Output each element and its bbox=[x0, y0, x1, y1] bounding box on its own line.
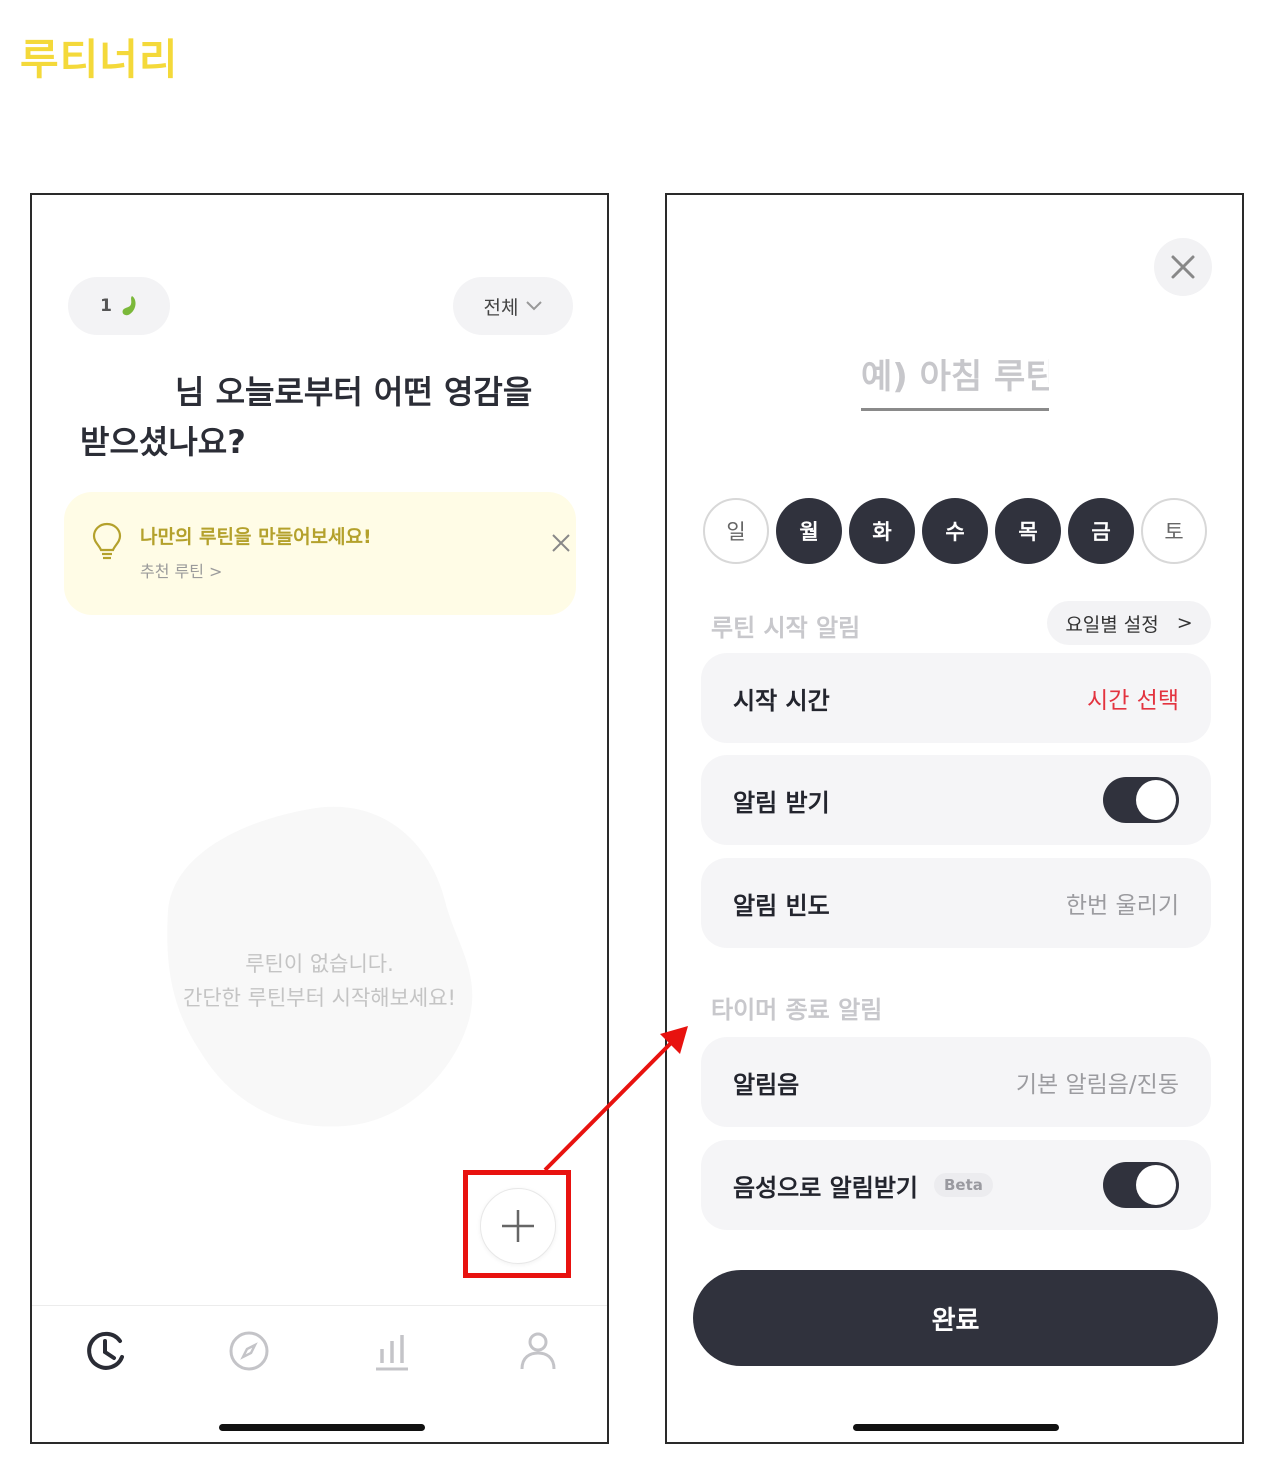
toggle-knob bbox=[1136, 780, 1176, 820]
empty-line-2: 간단한 루틴부터 시작해보세요! bbox=[183, 986, 456, 1010]
chevron-right-icon: > bbox=[1176, 612, 1193, 634]
day-selector: 일 월 화 수 목 금 토 bbox=[703, 498, 1207, 564]
alarm-sound-row[interactable]: 알림음 기본 알림음/진동 bbox=[701, 1037, 1211, 1127]
voice-alarm-label: 음성으로 알림받기 bbox=[733, 1173, 918, 1202]
toggle-knob bbox=[1136, 1165, 1176, 1205]
lightbulb-icon bbox=[92, 522, 122, 560]
day-wed[interactable]: 수 bbox=[922, 498, 988, 564]
day-mon[interactable]: 월 bbox=[776, 498, 842, 564]
start-time-label: 시작 시간 bbox=[733, 686, 830, 715]
day-sun[interactable]: 일 bbox=[703, 498, 769, 564]
alarm-sound-label: 알림음 bbox=[733, 1070, 800, 1099]
beta-badge: Beta bbox=[934, 1173, 993, 1197]
voice-alarm-label-group: 음성으로 알림받기 Beta bbox=[733, 1168, 993, 1203]
receive-alarm-label: 알림 받기 bbox=[733, 788, 830, 817]
alarm-sound-value: 기본 알림음/진동 bbox=[1015, 1072, 1179, 1098]
close-button[interactable] bbox=[1154, 238, 1212, 296]
filter-dropdown[interactable]: 전체 bbox=[453, 277, 573, 335]
day-thu[interactable]: 목 bbox=[995, 498, 1061, 564]
close-icon bbox=[1171, 255, 1195, 279]
weekday-setting-label: 요일별 설정 bbox=[1065, 613, 1159, 636]
filter-label: 전체 bbox=[483, 296, 519, 319]
greeting-line-2: 받으셨나요? bbox=[80, 423, 246, 461]
home-indicator bbox=[853, 1424, 1059, 1431]
alarm-frequency-row[interactable]: 알림 빈도 한번 울리기 bbox=[701, 858, 1211, 948]
highlight-box bbox=[463, 1170, 571, 1278]
alarm-frequency-value: 한번 울리기 bbox=[1065, 893, 1179, 919]
recommended-routine-link[interactable]: 추천 루틴 > bbox=[140, 558, 222, 582]
voice-alarm-row: 음성으로 알림받기 Beta bbox=[701, 1140, 1211, 1230]
start-time-row[interactable]: 시작 시간 시간 선택 bbox=[701, 653, 1211, 743]
start-time-value[interactable]: 시간 선택 bbox=[1087, 681, 1179, 715]
empty-state-text: 루틴이 없습니다. 간단한 루틴부터 시작해보세요! bbox=[142, 947, 497, 1015]
receive-alarm-toggle[interactable] bbox=[1103, 777, 1179, 823]
day-fri[interactable]: 금 bbox=[1068, 498, 1134, 564]
seed-count: 1 bbox=[100, 296, 112, 316]
timer-end-section-title: 타이머 종료 알림 bbox=[711, 996, 883, 1024]
close-icon[interactable] bbox=[550, 532, 572, 554]
greeting-line-1: 님 오늘로부터 어떤 영감을 bbox=[175, 373, 533, 411]
home-indicator bbox=[219, 1424, 425, 1431]
start-alarm-section-title: 루틴 시작 알림 bbox=[711, 614, 861, 642]
routine-name-input[interactable] bbox=[861, 345, 1049, 411]
day-tue[interactable]: 화 bbox=[849, 498, 915, 564]
app-logo: 루티너리 bbox=[20, 35, 179, 84]
tip-title: 나만의 루틴을 만들어보세요! bbox=[140, 526, 372, 548]
clock-icon[interactable] bbox=[84, 1329, 128, 1373]
greeting-heading: 님 오늘로부터 어떤 영감을 받으셨나요? bbox=[80, 367, 570, 467]
bar-chart-icon[interactable] bbox=[370, 1329, 414, 1373]
done-button[interactable]: 완료 bbox=[693, 1270, 1218, 1366]
alarm-frequency-label: 알림 빈도 bbox=[733, 891, 830, 920]
chevron-down-icon bbox=[526, 301, 543, 311]
voice-alarm-toggle[interactable] bbox=[1103, 1162, 1179, 1208]
day-sat[interactable]: 토 bbox=[1141, 498, 1207, 564]
tab-bar-divider bbox=[32, 1305, 607, 1306]
receive-alarm-row: 알림 받기 bbox=[701, 755, 1211, 845]
create-routine-screen: 일 월 화 수 목 금 토 루틴 시작 알림 요일별 설정 > 시작 시간 시간… bbox=[665, 193, 1244, 1444]
weekday-setting-button[interactable]: 요일별 설정 > bbox=[1047, 601, 1211, 645]
compass-icon[interactable] bbox=[227, 1329, 271, 1373]
seed-count-pill[interactable]: 1 bbox=[68, 277, 170, 335]
seed-icon bbox=[122, 296, 136, 316]
tip-card[interactable]: 나만의 루틴을 만들어보세요! 추천 루틴 > bbox=[64, 492, 576, 615]
profile-icon[interactable] bbox=[516, 1329, 560, 1373]
empty-line-1: 루틴이 없습니다. bbox=[245, 952, 394, 976]
